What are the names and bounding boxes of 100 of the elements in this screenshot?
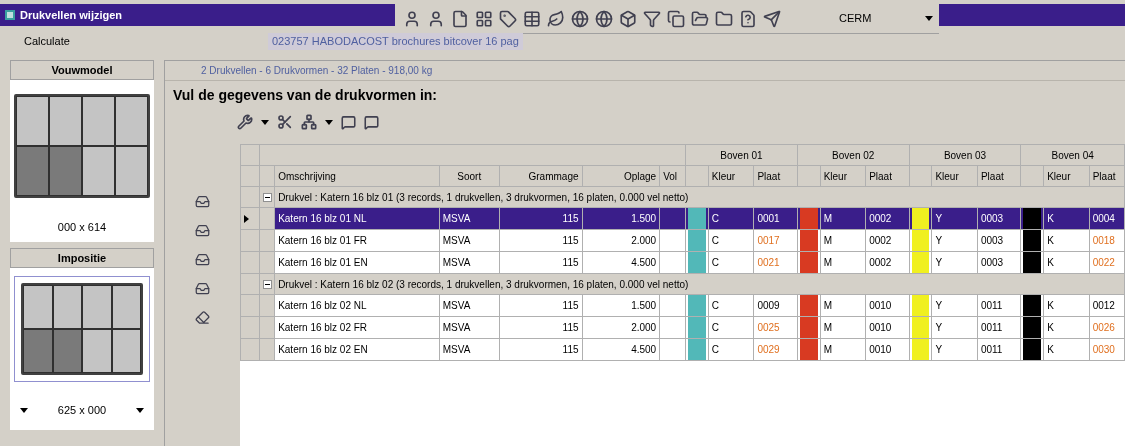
table-cell: M: [820, 338, 866, 361]
table-cell: Y: [931, 338, 978, 361]
table-cell: 0003: [977, 229, 1021, 252]
send-icon[interactable]: [763, 9, 781, 28]
table-cell: M: [820, 229, 866, 252]
table-cell: 1.500: [582, 294, 660, 317]
column-header[interactable]: Kleur: [1043, 165, 1090, 187]
table-cell: Katern 16 blz 02 FR: [274, 316, 440, 339]
panel-header: Vouwmodel: [10, 60, 154, 80]
table-cell: MSVA: [439, 316, 500, 339]
table-cell: K: [1043, 316, 1090, 339]
table-cell: Y: [931, 229, 978, 252]
folder-icon[interactable]: [715, 9, 733, 28]
table-cell: 2.000: [582, 229, 660, 252]
tree-icon[interactable]: [301, 114, 317, 130]
table-cell: Katern 16 blz 01 NL: [274, 207, 440, 230]
table-row[interactable]: Katern 16 blz 01 NL MSVA 115 1.500 C 0001 M 0002 Y 0003 K 0004: [240, 207, 1125, 230]
table-cell: Katern 16 blz 02 NL: [274, 294, 440, 317]
table-cell: 0017: [753, 229, 798, 252]
table-row[interactable]: Katern 16 blz 02 EN MSVA 115 4.500 C 0029 M 0010 Y 0011 K 0030: [240, 338, 1125, 361]
table-cell: 0011: [977, 294, 1021, 317]
wrench-icon[interactable]: [237, 114, 253, 130]
comment-icon[interactable]: [341, 114, 356, 130]
table-cell: K: [1043, 251, 1090, 274]
band-header: Boven 01: [685, 144, 798, 166]
column-header[interactable]: Kleur: [931, 165, 978, 187]
column-header[interactable]: Plaat: [865, 165, 910, 187]
table-cell: C: [708, 294, 754, 317]
table-row[interactable]: Katern 16 blz 01 EN MSVA 115 4.500 C 0021 M 0002 Y 0003 K 0022: [240, 251, 1125, 274]
column-header[interactable]: Kleur: [708, 165, 754, 187]
section-heading: Vul de gegevens van de drukvormen in:: [172, 86, 438, 105]
band-header: Boven 04: [1020, 144, 1125, 166]
globe-icon[interactable]: [571, 9, 589, 28]
table-icon[interactable]: [523, 9, 541, 28]
column-header[interactable]: Plaat: [1089, 165, 1125, 187]
table-cell: MSVA: [439, 338, 500, 361]
band-header: Boven 02: [797, 144, 910, 166]
tray-icon[interactable]: [195, 281, 210, 296]
tray-icon[interactable]: [195, 252, 210, 267]
table-row[interactable]: Katern 16 blz 02 FR MSVA 115 2.000 C 0025 M 0010 Y 0011 K 0026: [240, 316, 1125, 339]
leaf-icon[interactable]: [547, 9, 565, 28]
pages-icon[interactable]: [667, 9, 685, 28]
column-header[interactable]: Oplage: [582, 165, 660, 187]
column-header[interactable]: Omschrijving: [274, 165, 440, 187]
table-cell: MSVA: [439, 294, 500, 317]
column-header[interactable]: Soort: [439, 165, 500, 187]
column-header[interactable]: Vol: [659, 165, 686, 187]
table-cell: M: [820, 294, 866, 317]
document-icon[interactable]: [451, 9, 469, 28]
table-cell: 0022: [1089, 251, 1125, 274]
table-cell: Y: [931, 316, 978, 339]
table-cell: Katern 16 blz 02 EN: [274, 338, 440, 361]
table-row[interactable]: Katern 16 blz 02 NL MSVA 115 1.500 C 0009 M 0010 Y 0011 K 0012: [240, 294, 1125, 317]
person-icon[interactable]: [427, 9, 445, 28]
table-cell: 0002: [865, 251, 910, 274]
table-cell: MSVA: [439, 251, 500, 274]
summary-text: 2 Drukvellen - 6 Drukvormen - 32 Platen - 918,00 kg: [201, 64, 433, 78]
table-cell: K: [1043, 338, 1090, 361]
table-cell: C: [708, 338, 754, 361]
menu-item[interactable]: Calculate: [0, 33, 268, 50]
collapse-icon[interactable]: [262, 279, 272, 289]
table-cell: 0010: [865, 316, 910, 339]
table-cell: C: [708, 251, 754, 274]
down-caret-icon: [20, 407, 28, 413]
grid-icon[interactable]: [475, 9, 493, 28]
collapse-icon[interactable]: [262, 192, 272, 202]
tray-icon[interactable]: [195, 194, 210, 209]
window-title: Drukvellen wijzigen: [20, 7, 123, 23]
table-cell: 0002: [865, 229, 910, 252]
table-cell: K: [1043, 229, 1090, 252]
comment-icon[interactable]: [364, 114, 379, 130]
person-icon[interactable]: [403, 9, 421, 28]
table-cell: 4.500: [582, 251, 660, 274]
caret-icon: [325, 119, 333, 125]
order-field[interactable]: 023757 HABODACOST brochures bitcover 16 pag: [268, 33, 523, 50]
globe-icon[interactable]: [595, 9, 613, 28]
table-cell: 0012: [1089, 294, 1125, 317]
column-header[interactable]: Plaat: [753, 165, 798, 187]
table-row[interactable]: Katern 16 blz 01 FR MSVA 115 2.000 C 0017 M 0002 Y 0003 K 0018: [240, 229, 1125, 252]
help-icon[interactable]: [739, 9, 757, 28]
column-header[interactable]: Grammage: [499, 165, 583, 187]
table-cell: Y: [931, 294, 978, 317]
size-label: 625 x 000: [57, 402, 107, 418]
table-cell: C: [708, 316, 754, 339]
table-cell: 0026: [1089, 316, 1125, 339]
table-cell: 4.500: [582, 338, 660, 361]
cube-icon[interactable]: [619, 9, 637, 28]
table-cell: K: [1043, 294, 1090, 317]
funnel-icon[interactable]: [643, 9, 661, 28]
tag-icon[interactable]: [499, 9, 517, 28]
column-header[interactable]: Plaat: [977, 165, 1021, 187]
table-cell: 115: [499, 338, 583, 361]
column-header[interactable]: Kleur: [820, 165, 866, 187]
table-cell: 0009: [753, 294, 798, 317]
scissors-icon[interactable]: [277, 114, 293, 130]
tray-icon[interactable]: [195, 223, 210, 238]
caret-icon: [925, 16, 933, 21]
table-cell: 115: [499, 251, 583, 274]
folder-icon[interactable]: [691, 9, 709, 28]
eraser-icon[interactable]: [195, 310, 210, 325]
